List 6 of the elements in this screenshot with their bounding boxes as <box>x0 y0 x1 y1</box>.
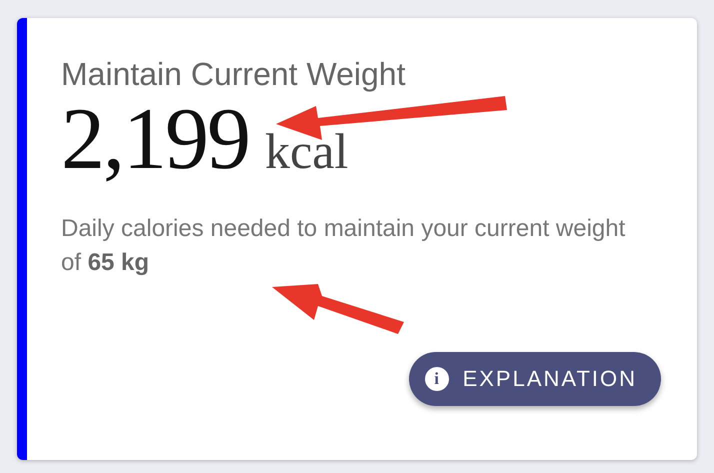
info-icon: i <box>424 367 449 391</box>
explanation-button[interactable]: i EXPLANATION <box>408 352 661 406</box>
card-title: Maintain Current Weight <box>61 55 406 94</box>
unit-label: kcal <box>265 122 348 180</box>
calorie-value: 2,199 <box>61 92 249 188</box>
description: Daily calories needed to maintain your current weight of 65 kg <box>61 214 626 278</box>
